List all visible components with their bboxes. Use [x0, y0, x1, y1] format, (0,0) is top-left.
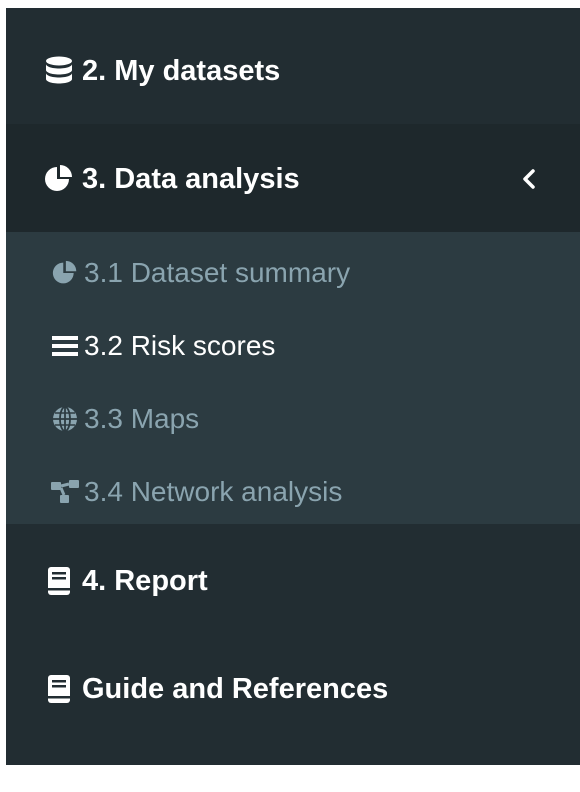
- bars-icon: [50, 331, 80, 361]
- submenu-item-label: 3.1 Dataset summary: [84, 256, 351, 288]
- pie-chart-icon: [42, 162, 76, 196]
- submenu-item-maps[interactable]: 3.3 Maps: [6, 382, 580, 455]
- sitemap-icon: [50, 477, 80, 507]
- database-icon: [42, 54, 76, 88]
- submenu-item-dataset-summary[interactable]: 3.1 Dataset summary: [6, 236, 580, 309]
- submenu-item-label: 3.3 Maps: [84, 402, 200, 434]
- sidebar-item-report[interactable]: 4. Report: [6, 526, 580, 636]
- globe-icon: [50, 404, 80, 434]
- sidebar-item-label: 2. My datasets: [82, 54, 281, 87]
- sidebar-item-label: Guide and References: [82, 672, 389, 705]
- sidebar-item-label: 3. Data analysis: [82, 162, 300, 195]
- submenu-item-network-analysis[interactable]: 3.4 Network analysis: [6, 455, 580, 528]
- submenu-item-label: 3.2 Risk scores: [84, 329, 276, 361]
- sidebar: 2. My datasets 3. Data analysis 3.1 Data…: [6, 8, 580, 765]
- sidebar-item-my-datasets[interactable]: 2. My datasets: [6, 16, 580, 126]
- chevron-left-icon[interactable]: [518, 168, 540, 190]
- pie-chart-icon: [50, 258, 80, 288]
- sidebar-item-guide-and-references[interactable]: Guide and References: [6, 634, 580, 744]
- data-analysis-submenu: 3.1 Dataset summary 3.2 Risk scores 3.3 …: [6, 232, 580, 524]
- book-icon: [42, 564, 76, 598]
- book-icon: [42, 672, 76, 706]
- sidebar-item-label: 4. Report: [82, 564, 208, 597]
- submenu-item-risk-scores[interactable]: 3.2 Risk scores: [6, 309, 580, 382]
- sidebar-item-data-analysis[interactable]: 3. Data analysis: [6, 124, 580, 234]
- submenu-item-label: 3.4 Network analysis: [84, 475, 343, 507]
